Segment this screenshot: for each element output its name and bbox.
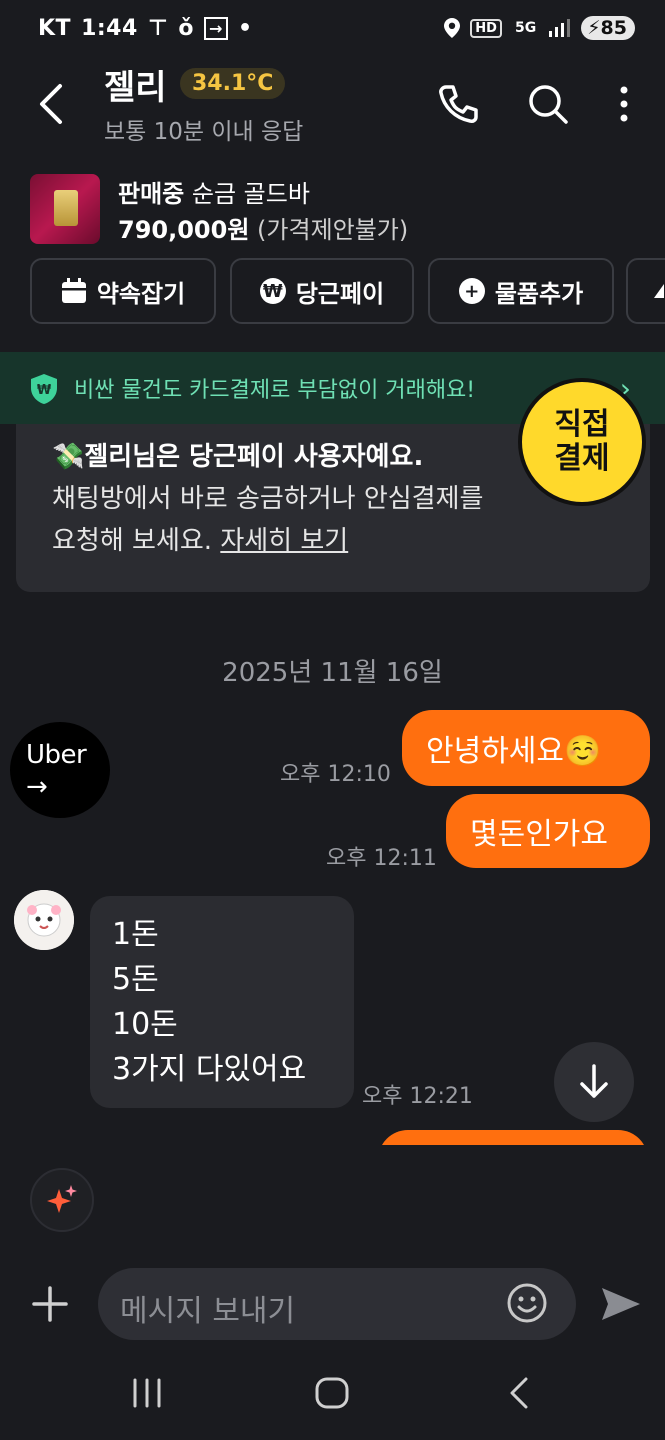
date-divider: 2025년 11월 16일 [222, 658, 443, 688]
plus-circle-icon: + [458, 278, 485, 304]
message-time: 오후 12:21 [362, 1084, 473, 1109]
manner-temperature-badge[interactable]: 34.1°C [180, 68, 286, 99]
status-right: HD 5G ⚡85 [444, 16, 635, 40]
hd-icon: HD [470, 18, 502, 38]
signal-icon [549, 19, 571, 37]
won-icon: ₩ [259, 278, 286, 304]
system-navigation-bar [0, 1350, 665, 1440]
my-message-bubble[interactable]: 안녕하세요☺️ [402, 710, 650, 786]
karrot-pay-button[interactable]: ₩ 당근페이 [230, 258, 414, 324]
carrier-label: KT [38, 16, 72, 41]
notice-title-text: 젤리님은 당근페이 사용자예요. [84, 442, 424, 472]
shield-won-icon: ₩ [31, 374, 57, 404]
more-vertical-icon[interactable] [604, 82, 644, 126]
dot-icon: • [237, 16, 253, 41]
recent-apps-icon[interactable] [130, 1376, 164, 1410]
sparkle-icon [47, 1185, 77, 1213]
uber-arrow-icon: → [26, 772, 48, 802]
message-line: 1돈 [112, 917, 159, 952]
banner-text: 비싼 물건도 카드결제로 부담없이 거래해요! [74, 378, 476, 403]
search-icon[interactable] [526, 82, 570, 126]
notice-line-3-text: 요청해 보세요. [52, 526, 213, 556]
send-icon[interactable] [600, 1284, 642, 1324]
product-status: 판매중 [118, 180, 185, 208]
message-input[interactable]: 메시지 보내기 [98, 1268, 576, 1340]
network-icon: 5G [514, 20, 537, 36]
sticker-line-2: 결제 [554, 441, 610, 476]
notification-icon-2: ǒ [178, 16, 195, 41]
add-item-button[interactable]: + 물품추가 [428, 258, 614, 324]
product-title: 순금 골드바 [191, 180, 310, 208]
more-action-icon [654, 284, 664, 298]
product-price-row: 790,000원 (가격제안불가) [118, 210, 408, 245]
status-bar: KT 1:44 ⊤ ǒ → • HD 5G ⚡85 [0, 0, 665, 62]
karrot-pay-label: 당근페이 [295, 279, 385, 308]
see-details-link[interactable]: 자세히 보기 [220, 526, 348, 556]
location-icon [444, 18, 461, 38]
message-line: 3가지 다있어요 [112, 1052, 307, 1087]
notice-title: 💸젤리님은 당근페이 사용자예요. [52, 436, 423, 473]
clock: 1:44 [81, 16, 138, 41]
avatar-illustration [14, 890, 74, 950]
emoji-icon[interactable] [506, 1282, 548, 1324]
product-thumbnail[interactable] [30, 174, 100, 244]
my-message-bubble[interactable]: 몇돈인가요 [446, 794, 650, 868]
chat-partner-name: 젤리 [104, 68, 167, 108]
status-left: KT 1:44 ⊤ ǒ → • [38, 16, 253, 41]
notice-line-2: 채팅방에서 바로 송금하거나 안심결제를 [52, 484, 484, 514]
nav-back-icon[interactable] [506, 1376, 532, 1410]
money-emoji-icon: 💸 [52, 442, 85, 472]
notice-line-3: 요청해 보세요. 자세히 보기 [52, 520, 348, 557]
partner-message-bubble[interactable]: 1돈 5돈 10돈 3가지 다있어요 [90, 896, 354, 1108]
calendar-icon [61, 278, 86, 303]
schedule-button[interactable]: 약속잡기 [30, 258, 216, 324]
ai-sparkle-button[interactable] [30, 1168, 94, 1232]
scroll-to-bottom-button[interactable] [554, 1042, 634, 1122]
gold-bar-image [54, 190, 78, 226]
battery-level: 85 [600, 17, 627, 39]
schedule-label: 약속잡기 [96, 279, 186, 308]
product-title-row[interactable]: 판매중 순금 골드바 [118, 174, 310, 209]
message-input-placeholder: 메시지 보내기 [120, 1294, 296, 1329]
more-action-chip[interactable] [626, 258, 665, 324]
uber-overlay-bubble[interactable]: Uber → [10, 722, 110, 818]
svg-text:₩: ₩ [37, 383, 52, 398]
response-time: 보통 10분 이내 응답 [104, 119, 304, 145]
message-line: 10돈 [112, 1007, 178, 1042]
direct-payment-sticker: 직접 결제 [518, 378, 646, 506]
phone-icon[interactable] [436, 82, 480, 126]
message-time: 오후 12:11 [326, 846, 437, 871]
message-line: 5돈 [112, 962, 159, 997]
partner-avatar[interactable] [14, 890, 74, 950]
message-time: 오후 12:10 [280, 762, 391, 787]
product-price: 790,000원 [118, 216, 250, 244]
arrow-down-icon [580, 1064, 608, 1098]
battery-indicator: ⚡85 [581, 16, 635, 40]
add-item-label: 물품추가 [494, 279, 584, 308]
sticker-line-1: 직접 [554, 406, 610, 442]
attach-plus-icon[interactable] [30, 1284, 70, 1324]
home-icon[interactable] [314, 1376, 350, 1410]
uber-logo-text: Uber [26, 740, 87, 770]
price-note: (가격제안불가) [257, 216, 409, 244]
notification-icon: ⊤ [147, 16, 169, 41]
forward-icon: → [204, 17, 228, 40]
back-arrow-icon[interactable] [32, 80, 72, 128]
